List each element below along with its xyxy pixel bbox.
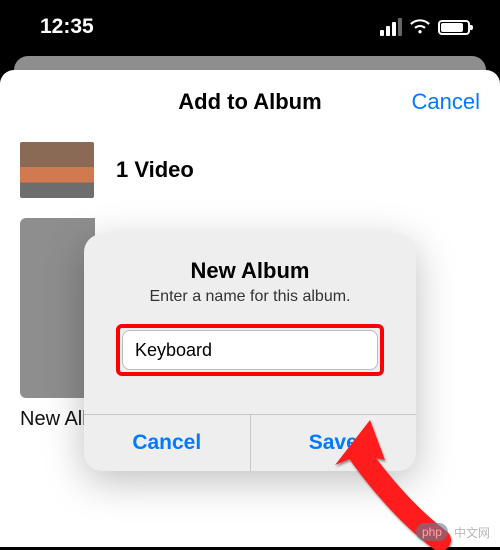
cancel-button[interactable]: Cancel — [412, 89, 480, 115]
selected-media-row: 1 Video — [20, 142, 480, 198]
video-thumbnail — [20, 142, 94, 198]
sheet-header: Add to Album Cancel — [0, 70, 500, 134]
watermark: php 中文网 — [416, 523, 490, 541]
watermark-badge: php — [416, 523, 448, 541]
new-album-button[interactable]: New Album... — [20, 408, 480, 431]
video-count-label: 1 Video — [116, 157, 194, 183]
album-tile-placeholder[interactable] — [20, 218, 95, 398]
status-icons — [380, 18, 470, 36]
add-to-album-sheet: Add to Album Cancel 1 Video New Album... — [0, 70, 500, 547]
watermark-text: 中文网 — [454, 524, 490, 541]
status-bar: 12:35 — [0, 0, 500, 54]
cellular-signal-icon — [380, 18, 402, 36]
status-time: 12:35 — [40, 15, 94, 39]
wifi-icon — [409, 19, 431, 35]
battery-icon — [438, 20, 470, 35]
